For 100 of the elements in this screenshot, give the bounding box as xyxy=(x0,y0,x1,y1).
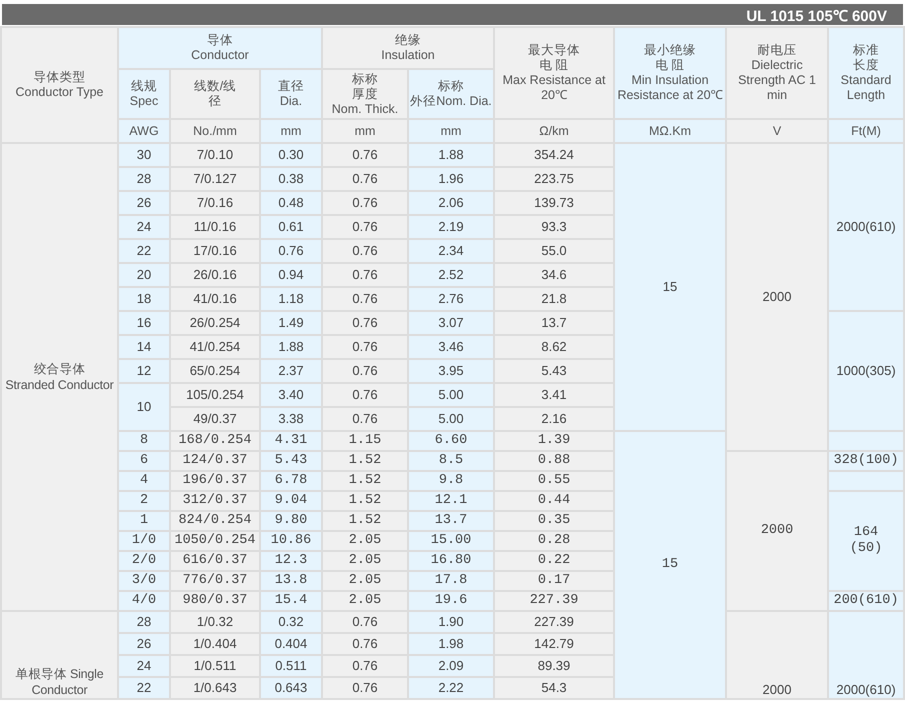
unit-header: AWG xyxy=(119,120,169,142)
table-cell: 2.16 xyxy=(495,408,614,430)
table-cell: 5.43 xyxy=(261,452,321,470)
table-cell: 164 (50) xyxy=(829,492,904,590)
table-cell: 1.90 xyxy=(409,612,494,632)
header-label: 线规 xyxy=(130,79,158,94)
table-cell: 12 xyxy=(119,360,169,382)
table-cell: 17/0.16 xyxy=(171,240,259,262)
table-cell: 16.80 xyxy=(409,552,494,570)
table-cell: 2.05 xyxy=(323,552,407,570)
table-cell: 1050/0.254 xyxy=(171,532,259,550)
table-cell: 22 xyxy=(119,678,169,698)
table-cell: 980/0.37 xyxy=(171,592,259,610)
table-cell: 1/0 xyxy=(119,532,169,550)
table-cell: 1000(305) xyxy=(829,312,904,430)
table-cell: 0.38 xyxy=(261,168,321,190)
header-label: 最大导体电 阻 xyxy=(527,43,582,73)
table-cell: 17.8 xyxy=(409,572,494,590)
table-cell: 5.00 xyxy=(409,384,494,406)
table-cell: 0.643 xyxy=(261,678,321,698)
table-cell: 1.52 xyxy=(323,472,407,490)
header-label: 导体 xyxy=(206,33,234,48)
table-cell: 824/0.254 xyxy=(171,512,259,530)
table-cell: 328(100) xyxy=(829,452,904,470)
table-cell: 9.80 xyxy=(261,512,321,530)
table-cell: 0.44 xyxy=(495,492,614,510)
table-cell: 1.52 xyxy=(323,512,407,530)
table-cell: 1.88 xyxy=(409,144,494,166)
header-label: 标称厚度 xyxy=(351,72,379,102)
table-cell: 22 xyxy=(119,240,169,262)
header-label: Nom. Thick. xyxy=(330,102,400,116)
table-cell: 8.62 xyxy=(495,336,614,358)
table-cell: 26/0.254 xyxy=(171,312,259,334)
header-label: 最小绝缘电 阻 xyxy=(643,43,698,73)
table-cell: 2000(610) xyxy=(829,612,904,698)
table-cell: 0.17 xyxy=(495,572,614,590)
table-cell: 26/0.16 xyxy=(171,264,259,286)
table-cell: 2.09 xyxy=(409,656,494,676)
table-cell: 0.76 xyxy=(323,656,407,676)
table-cell: 11/0.16 xyxy=(171,216,259,238)
table-cell: 8 xyxy=(119,432,169,450)
table-cell: 28 xyxy=(119,168,169,190)
table-cell: 0.30 xyxy=(261,144,321,166)
table-cell: 2.06 xyxy=(409,192,494,214)
table-cell: 28 xyxy=(119,612,169,632)
header-label: 标准长度 xyxy=(852,43,880,73)
header-label: 标称 xyxy=(437,79,465,94)
table-cell: 1 xyxy=(119,512,169,530)
table-cell: 354.24 xyxy=(495,144,614,166)
table-cell: 12.1 xyxy=(409,492,494,510)
table-cell: 7/0.10 xyxy=(171,144,259,166)
table-cell: 1/0.32 xyxy=(171,612,259,632)
header-label: 耐电压 xyxy=(756,43,798,58)
table-cell: 3.46 xyxy=(409,336,494,358)
table-cell: 30 xyxy=(119,144,169,166)
table-cell: 4/0 xyxy=(119,592,169,610)
table-cell: 0.76 xyxy=(323,192,407,214)
table-cell: 6.78 xyxy=(261,472,321,490)
table-cell: 7/0.127 xyxy=(171,168,259,190)
table-cell: 0.48 xyxy=(261,192,321,214)
table-cell: 312/0.37 xyxy=(171,492,259,510)
table-cell: 3.07 xyxy=(409,312,494,334)
table-cell: 15 xyxy=(615,144,726,430)
unit-header: mm xyxy=(261,120,321,142)
table-cell: 0.511 xyxy=(261,656,321,676)
table-cell: 3.38 xyxy=(261,408,321,430)
header-label: Min Insulation Resistance at 20℃ xyxy=(616,73,724,103)
table-cell: 2.22 xyxy=(409,678,494,698)
header-label: Conductor Type xyxy=(14,85,105,100)
table-cell: 223.75 xyxy=(495,168,614,190)
table-cell: 0.22 xyxy=(495,552,614,570)
table-cell: 168/0.254 xyxy=(171,432,259,450)
table-cell: 0.76 xyxy=(323,360,407,382)
table-cell: 0.28 xyxy=(495,532,614,550)
table-cell: 2.05 xyxy=(323,572,407,590)
table-cell: 9.8 xyxy=(409,472,494,490)
header-label: Conductor xyxy=(190,48,250,63)
table-cell: 2.34 xyxy=(409,240,494,262)
table-cell: 0.76 xyxy=(323,168,407,190)
table-cell: 0.76 xyxy=(323,240,407,262)
table-cell: 0.35 xyxy=(495,512,614,530)
table-cell: 93.3 xyxy=(495,216,614,238)
table-cell: 65/0.254 xyxy=(171,360,259,382)
table-cell: 0.76 xyxy=(323,264,407,286)
header-label: 外径Nom. Dia. xyxy=(410,94,492,109)
table-cell: 7/0.16 xyxy=(171,192,259,214)
table-cell: 18 xyxy=(119,288,169,310)
table-cell: 41/0.16 xyxy=(171,288,259,310)
row-header: 单根导体 Single Conductor xyxy=(2,612,117,698)
table-cell: 2000 xyxy=(727,144,828,450)
table-cell: 0.76 xyxy=(323,216,407,238)
table-cell: 2.19 xyxy=(409,216,494,238)
table-cell: 1/0.511 xyxy=(171,656,259,676)
table-cell: 2.37 xyxy=(261,360,321,382)
table-cell: 196/0.37 xyxy=(171,472,259,490)
table-cell: 0.76 xyxy=(323,678,407,698)
table-cell: 26 xyxy=(119,192,169,214)
table-cell: 13.7 xyxy=(409,512,494,530)
table-cell: 1/0.643 xyxy=(171,678,259,698)
table-cell: 0.88 xyxy=(495,452,614,470)
